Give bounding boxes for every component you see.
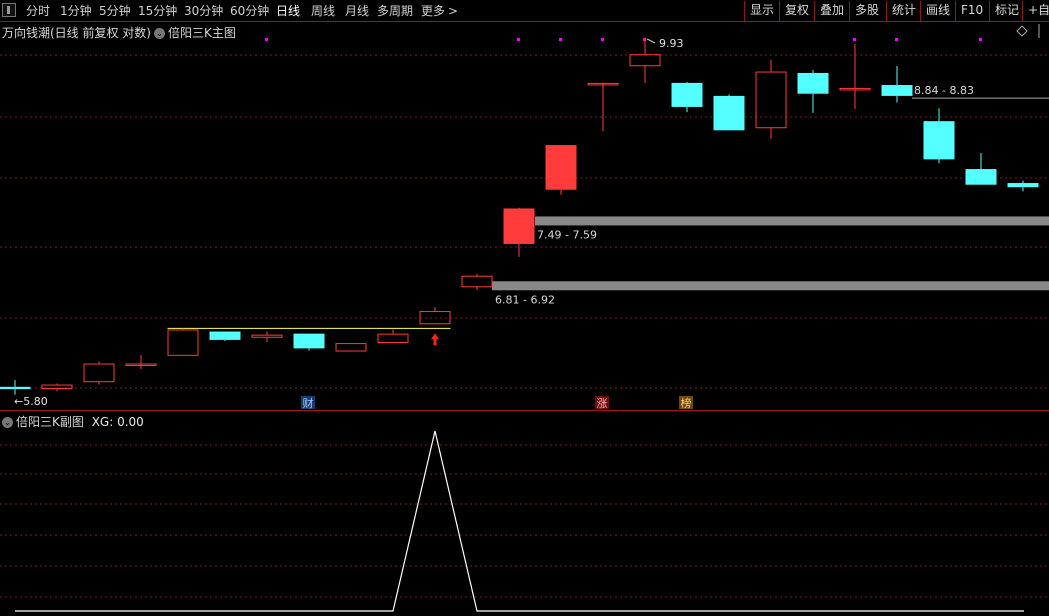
candle-body xyxy=(0,386,31,390)
candle[interactable] xyxy=(377,329,409,344)
toolbar-button-8[interactable]: +自选 xyxy=(1022,1,1049,21)
candle-body xyxy=(83,363,115,383)
zone-price-label: 8.84 - 8.83 xyxy=(914,84,974,97)
resistance-zone-band xyxy=(535,216,1049,226)
tab-period-6[interactable]: 日线 xyxy=(276,2,300,20)
candle[interactable] xyxy=(923,108,955,164)
toolbar-button-1[interactable]: 复权 xyxy=(779,1,814,21)
signal-marker xyxy=(979,38,982,41)
candle[interactable] xyxy=(839,44,871,110)
tab-period-9[interactable]: 多周期 xyxy=(377,2,413,20)
candle-body xyxy=(839,87,871,91)
candle[interactable] xyxy=(797,70,829,113)
candle-body xyxy=(1007,183,1039,188)
xg-signal-line xyxy=(15,430,1024,612)
low-price-label: ←5.80 xyxy=(14,395,48,408)
tab-period-1[interactable]: 1分钟 xyxy=(60,2,92,20)
candle-body xyxy=(377,333,409,344)
candle-body xyxy=(545,145,577,190)
period-toolbar: 分时 1分钟 5分钟 15分钟 30分钟 60分钟 日线 周线 月线 多周期 更多 > 显示 复权 叠加多… xyxy=(0,0,1049,22)
candle-body xyxy=(251,334,283,338)
candle[interactable] xyxy=(629,37,661,83)
candle[interactable] xyxy=(713,94,745,131)
candle-body xyxy=(167,329,199,356)
candle-body xyxy=(965,169,997,185)
toolbar-button-6[interactable]: F10 xyxy=(955,1,988,21)
signal-marker xyxy=(559,38,562,41)
tab-period-8[interactable]: 月线 xyxy=(345,2,369,20)
signal-marker xyxy=(853,38,856,41)
high-price-label: 9.93 xyxy=(659,37,684,50)
high-price-pointer xyxy=(646,38,656,44)
candle[interactable] xyxy=(881,65,913,103)
tab-period-10[interactable]: 更多 xyxy=(421,2,445,20)
candle-body xyxy=(713,95,745,131)
candle-body xyxy=(629,54,661,67)
event-badge[interactable]: 涨 xyxy=(597,397,608,410)
event-badge[interactable]: 财 xyxy=(303,396,314,410)
candle[interactable] xyxy=(419,307,451,325)
tab-period-7[interactable]: 周线 xyxy=(311,2,335,20)
tab-period-3[interactable]: 15分钟 xyxy=(138,2,177,20)
candle-body xyxy=(503,208,535,244)
toolbar-button-0[interactable]: 显示 xyxy=(744,1,779,21)
candle[interactable] xyxy=(41,383,73,392)
tab-period-5[interactable]: 60分钟 xyxy=(230,2,269,20)
candle[interactable] xyxy=(755,59,787,139)
toolbar-button-3[interactable]: 多股 xyxy=(849,1,884,21)
more-chevron-icon[interactable]: > xyxy=(448,2,458,20)
toolbar-button-4[interactable]: 统计 xyxy=(886,1,921,21)
candle-body xyxy=(923,121,955,160)
candle[interactable] xyxy=(83,361,115,385)
zone-price-label: 6.81 - 6.92 xyxy=(495,293,555,306)
event-badge[interactable]: 榜 xyxy=(681,396,692,410)
signal-marker xyxy=(265,38,268,41)
tab-period-2[interactable]: 5分钟 xyxy=(99,2,131,20)
candle[interactable] xyxy=(1007,180,1039,192)
diamond-icon[interactable] xyxy=(1016,25,1028,37)
candle[interactable] xyxy=(965,152,997,185)
candle[interactable] xyxy=(503,207,535,257)
candle[interactable] xyxy=(545,145,577,195)
candle[interactable] xyxy=(335,343,367,352)
panel-toggle-icon[interactable] xyxy=(2,3,16,17)
candle[interactable] xyxy=(251,331,283,343)
toolbar-button-7[interactable]: 标记 xyxy=(989,1,1024,21)
candle-body xyxy=(671,82,703,107)
candle-body xyxy=(209,331,241,340)
main-candlestick-chart[interactable]: 6.81 - 6.92 7.49 - 7.59 8.84 - 8.83 ←5.80 9.… xyxy=(0,22,1049,411)
candle-body xyxy=(797,72,829,94)
signal-marker xyxy=(517,38,520,41)
sub-indicator-chart[interactable] xyxy=(0,411,1049,616)
candle-body xyxy=(461,275,493,288)
candle[interactable] xyxy=(461,273,493,291)
toolbar-button-5[interactable]: 画线 xyxy=(920,1,955,21)
candle-body xyxy=(335,343,367,352)
signal-marker xyxy=(601,38,604,41)
candle[interactable] xyxy=(293,333,325,351)
candle[interactable] xyxy=(209,331,241,341)
toolbar-button-2[interactable]: 叠加 xyxy=(814,1,849,21)
zone-price-label: 7.49 - 7.59 xyxy=(537,228,597,241)
signal-up-arrow-icon xyxy=(431,333,439,346)
candle-body xyxy=(755,71,787,129)
candle-body xyxy=(881,85,913,96)
resistance-zone-band xyxy=(492,281,1049,291)
candle[interactable] xyxy=(671,82,703,113)
candle[interactable] xyxy=(125,354,157,369)
candle-body xyxy=(293,333,325,349)
signal-marker xyxy=(895,38,898,41)
tab-period-0[interactable]: 分时 xyxy=(26,2,50,20)
candle[interactable] xyxy=(167,328,199,356)
tab-period-4[interactable]: 30分钟 xyxy=(184,2,223,20)
candle[interactable] xyxy=(587,82,619,132)
candle[interactable] xyxy=(0,380,31,395)
